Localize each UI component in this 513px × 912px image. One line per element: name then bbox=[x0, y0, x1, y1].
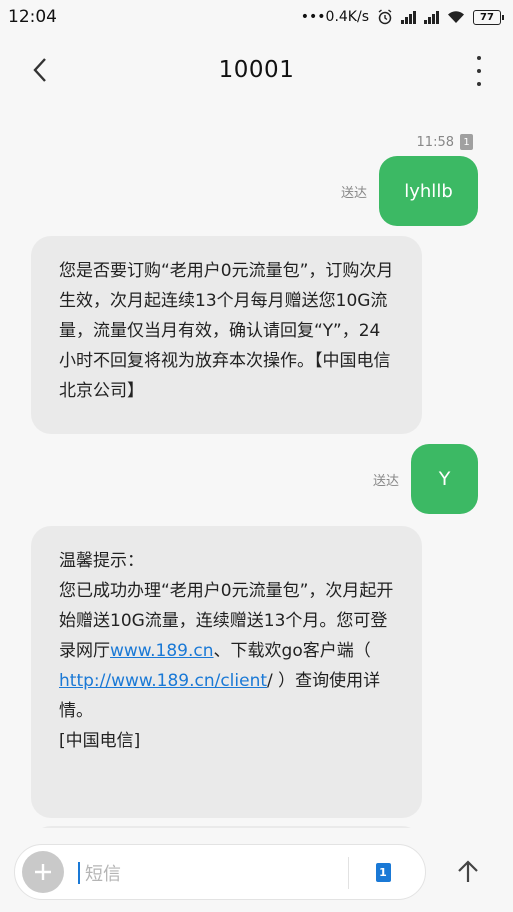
signal-icon-sim1 bbox=[401, 10, 416, 24]
more-dot-icon bbox=[477, 82, 481, 86]
back-button[interactable] bbox=[20, 52, 60, 88]
signal-icon-sim2 bbox=[424, 10, 439, 24]
conversation-title: 10001 bbox=[218, 57, 295, 83]
incoming-message-bubble[interactable]: 温馨提示： 您已成功办理“老用户0元流量包”，次月起开始赠送10G流量，连续赠送… bbox=[31, 526, 422, 818]
sim-select-button[interactable]: 1 bbox=[370, 859, 396, 885]
client-download-link[interactable]: http://www.189.cn/client bbox=[59, 671, 267, 691]
message-input-container: 短信 1 bbox=[14, 844, 426, 900]
more-dot-icon bbox=[477, 69, 481, 73]
add-attachment-button[interactable] bbox=[22, 851, 64, 893]
status-bar: 12:04 •••0.4K/s 77 bbox=[0, 0, 513, 34]
sim-card-icon: 1 bbox=[460, 134, 473, 150]
incoming-message-bubble[interactable]: 您是否要订购“老用户0元流量包”，订购次月生效，次月起连续13个月每月赠送您10… bbox=[31, 236, 422, 434]
input-divider bbox=[348, 857, 349, 889]
outgoing-message-row: 送达 Y bbox=[373, 444, 478, 514]
message-input[interactable]: 短信 bbox=[85, 860, 121, 886]
outgoing-message-bubble[interactable]: lyhllb bbox=[379, 156, 478, 226]
delivery-status: 送达 bbox=[340, 185, 367, 201]
more-dot-icon bbox=[477, 56, 481, 60]
outgoing-message-bubble[interactable]: Y bbox=[411, 444, 478, 514]
message-signature: [中国电信] bbox=[59, 731, 141, 751]
message-thread[interactable]: 11:58 1 送达 lyhllb 您是否要订购“老用户0元流量包”，订购次月生… bbox=[0, 106, 513, 828]
message-heading: 温馨提示： bbox=[59, 551, 144, 571]
battery-icon: 77 bbox=[473, 9, 504, 25]
send-button[interactable] bbox=[448, 852, 488, 892]
message-timestamp-row: 11:58 1 bbox=[417, 134, 473, 150]
more-options-button[interactable] bbox=[471, 56, 487, 86]
wifi-icon bbox=[448, 11, 464, 23]
plus-icon bbox=[35, 864, 51, 880]
network-speed: •••0.4K/s bbox=[300, 9, 369, 25]
alarm-icon bbox=[378, 9, 392, 25]
back-arrow-icon bbox=[33, 58, 46, 82]
compose-bar: 短信 1 bbox=[0, 828, 513, 912]
status-time: 12:04 bbox=[8, 7, 57, 27]
delivery-status: 送达 bbox=[372, 473, 399, 489]
arrow-up-icon bbox=[458, 860, 478, 882]
outgoing-message-row: 送达 lyhllb bbox=[341, 156, 478, 226]
sim-card-icon: 1 bbox=[375, 862, 391, 882]
text-cursor bbox=[78, 862, 80, 884]
status-icons: •••0.4K/s 77 bbox=[300, 9, 504, 25]
conversation-header: 10001 bbox=[0, 34, 513, 106]
message-body: 您已成功办理“老用户0元流量包”，次月起开始赠送10G流量，连续赠送13个月。您… bbox=[59, 581, 394, 721]
message-timestamp: 11:58 bbox=[416, 134, 454, 150]
website-link[interactable]: www.189.cn bbox=[110, 641, 214, 661]
